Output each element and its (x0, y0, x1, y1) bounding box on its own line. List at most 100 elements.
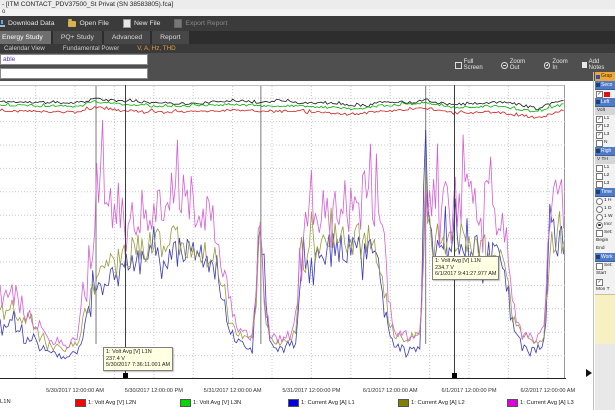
channel-combo[interactable]: able (0, 54, 148, 65)
sidebar-header-left[interactable]: Left (595, 98, 615, 107)
download-icon (0, 20, 5, 27)
sidebar-yellow-27 (595, 294, 615, 344)
legend-label: 1: Current Avg [A] L2 (411, 400, 465, 406)
panel-icon (596, 149, 600, 153)
panel-icon (596, 255, 600, 259)
tab-energy-study[interactable]: Energy Study (0, 31, 51, 44)
subtab-calendar-view[interactable]: Calendar View (4, 45, 45, 52)
sidebar-radio-1-w[interactable]: 1 W (595, 213, 615, 221)
sidebar-label-start: Start (595, 270, 615, 278)
legend-label: 1: Current Avg [A] L3 (520, 400, 574, 406)
sidebar-check-25[interactable]: ✓ (595, 278, 615, 286)
new-file-label: New File (134, 20, 160, 27)
sidebar-active-grap[interactable]: Grap (595, 72, 615, 81)
open-file-label: Open File (79, 20, 108, 27)
subtab-fundamental-power[interactable]: Fundamental Power (63, 45, 119, 52)
sidebar-check-l2[interactable]: ✓L2 (595, 123, 615, 131)
subtab-v-a-hz-thd[interactable]: V, A, Hz, THD (137, 45, 176, 52)
sidebar-check-set-[interactable]: Set: (595, 262, 615, 270)
checkbox[interactable]: ✓ (596, 116, 603, 123)
sidebar-divider (593, 72, 594, 410)
legend-label: 1: Volt Avg [V] L2N (88, 400, 136, 406)
sidebar-label-mon-t: Mon T (595, 286, 615, 294)
full-screen-button[interactable]: Full Screen (455, 59, 492, 71)
export-report-button[interactable]: Export Report (174, 18, 227, 29)
checkbox[interactable] (596, 165, 603, 172)
checkbox[interactable]: ✓ (596, 279, 603, 286)
sidebar-check-l3[interactable]: ✓L3 (595, 131, 615, 139)
sidebar-check-n[interactable]: N (595, 139, 615, 147)
checkbox[interactable] (596, 173, 603, 180)
sidebar-radio-incr[interactable]: Incr (595, 221, 615, 229)
legend-label: 1: Volt Avg [V] L3N (193, 400, 241, 406)
zoom-in-button[interactable]: Zoom In (544, 59, 573, 71)
legend-swatch (180, 399, 191, 407)
tab-advanced[interactable]: Advanced (104, 31, 150, 44)
download-data-button[interactable]: Download Data (0, 18, 54, 29)
scroll-right-arrow-icon[interactable] (586, 369, 592, 377)
sidebar-header-work[interactable]: Work (595, 253, 615, 262)
x-tick-label: 6/1/2017 12:00:00 AM (345, 388, 435, 394)
series-1-current-avg-a-l3 (0, 120, 564, 348)
checkbox[interactable]: ✓ (596, 132, 603, 139)
series-1-current-avg-a-l1 (0, 130, 564, 359)
download-data-label: Download Data (8, 20, 54, 27)
radio[interactable] (596, 214, 603, 221)
graph-icon (596, 75, 600, 79)
checkbox[interactable] (596, 263, 603, 270)
menubar-fragment[interactable]: o (0, 9, 615, 16)
add-notes-icon (582, 62, 587, 68)
new-file-button[interactable]: New File (123, 18, 160, 29)
sidebar-checkred-2[interactable]: ✓ (595, 90, 615, 98)
sidebar-header-time[interactable]: Time (595, 188, 615, 197)
sidebar-label-begin: Begin (595, 237, 615, 245)
sidebar-check-set-[interactable]: Set: (595, 229, 615, 237)
x-axis-line (0, 378, 566, 379)
add-notes-button[interactable]: Add Notes (582, 59, 615, 71)
sidebar-sub-v-th[interactable]: V TH (595, 156, 615, 164)
x-tick-label: 5/31/2017 12:00:00 PM (266, 388, 356, 394)
legend-item-5: 1: Current Avg [A] L2 (398, 399, 465, 407)
sidebar-check-l1[interactable]: L1 (595, 164, 615, 172)
radio[interactable] (596, 222, 603, 229)
zoom-in-icon (544, 62, 551, 69)
checkbox[interactable]: ✓ (596, 91, 603, 98)
report-icon (174, 19, 182, 28)
x-tick-label: 6/1/2017 12:00:00 PM (424, 388, 514, 394)
tab-report[interactable]: Report (152, 31, 188, 44)
sidebar-sub-volt[interactable]: Volt (595, 107, 615, 115)
zoom-out-button[interactable]: Zoom Out (501, 59, 535, 71)
sidebar-header-righ[interactable]: Righ (595, 147, 615, 156)
panel-icon (596, 83, 600, 87)
x-tick-label: 5/31/2017 12:00:00 AM (188, 388, 278, 394)
radio[interactable] (596, 198, 603, 205)
legend-item-2: 1: Volt Avg [V] L2N (75, 399, 136, 407)
open-file-button[interactable]: Open File (68, 18, 108, 29)
legend-label: 1: Current Avg [A] L1 (301, 400, 355, 406)
sidebar-check-l3[interactable]: L3 (595, 180, 615, 188)
sidebar-radio-1-h[interactable]: 1 H (595, 197, 615, 205)
checkbox[interactable] (596, 140, 603, 147)
checkbox[interactable] (596, 181, 603, 188)
radio[interactable] (596, 206, 603, 213)
x-tick-label: 5/30/2017 12:00:00 AM (30, 388, 120, 394)
secondary-combo[interactable] (0, 68, 148, 79)
sidebar-check-l1[interactable]: ✓L1 (595, 115, 615, 123)
fullscreen-icon (455, 62, 462, 69)
sidebar-label-end: End (595, 245, 615, 253)
series-1-volt-avg-v-l2n (0, 107, 564, 119)
sidebar-check-l2[interactable]: L2 (595, 172, 615, 180)
sidebar-header-seco[interactable]: Seco (595, 81, 615, 90)
checkbox[interactable] (596, 230, 603, 237)
sidebar-radio-1-d[interactable]: 1 D (595, 205, 615, 213)
chart-legend: L1N 1: Volt Avg [V] L2N 1: Volt Avg [V] L3… (0, 399, 590, 409)
timeseries-chart[interactable] (0, 85, 565, 379)
sub-tabs: Calendar View Fundamental Power V, A, Hz, … (0, 44, 615, 53)
main-toolbar: Download Data Open File New File Export … (0, 16, 615, 31)
checkbox[interactable]: ✓ (596, 124, 603, 131)
panel-icon (596, 100, 600, 104)
legend-item-1: L1N (0, 399, 11, 405)
legend-item-4: 1: Current Avg [A] L1 (288, 399, 355, 407)
tab-pq-study[interactable]: PQ+ Study (53, 31, 102, 44)
add-notes-label: Add Notes (589, 59, 615, 71)
